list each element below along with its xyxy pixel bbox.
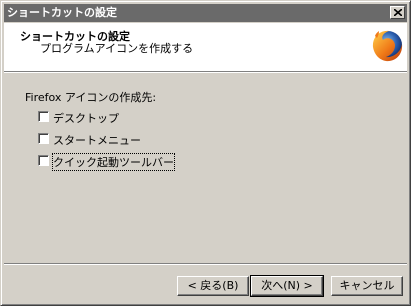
start-menu-checkbox[interactable] — [38, 133, 49, 144]
wizard-header: ショートカットの設定 プログラムアイコンを作成する — [4, 23, 407, 71]
window-title: ショートカットの設定 — [7, 6, 117, 19]
firefox-logo-icon — [372, 30, 403, 62]
title-bar[interactable]: ショートカットの設定 — [4, 4, 407, 22]
header-subtitle: プログラムアイコンを作成する — [40, 42, 194, 55]
close-icon — [394, 9, 402, 16]
installer-window: ショートカットの設定 ショートカットの設定 プログラムアイコンを作成する Fir… — [0, 0, 411, 306]
quick-launch-checkbox[interactable] — [38, 155, 49, 166]
desktop-option-label[interactable]: デスクトップ — [53, 110, 119, 126]
desktop-checkbox[interactable] — [38, 111, 49, 122]
back-button[interactable]: < 戻る(B) — [177, 276, 249, 296]
quick-launch-option-label[interactable]: クイック起動ツールバー — [52, 153, 175, 171]
footer-divider — [4, 263, 407, 265]
next-button[interactable]: 次へ(N) > — [250, 275, 324, 297]
start-menu-option-label[interactable]: スタートメニュー — [53, 132, 141, 148]
close-button[interactable] — [390, 6, 405, 19]
cancel-button[interactable]: キャンセル — [331, 276, 403, 296]
header-divider — [4, 71, 407, 73]
shortcut-location-label: Firefox アイコンの作成先: — [25, 91, 157, 104]
